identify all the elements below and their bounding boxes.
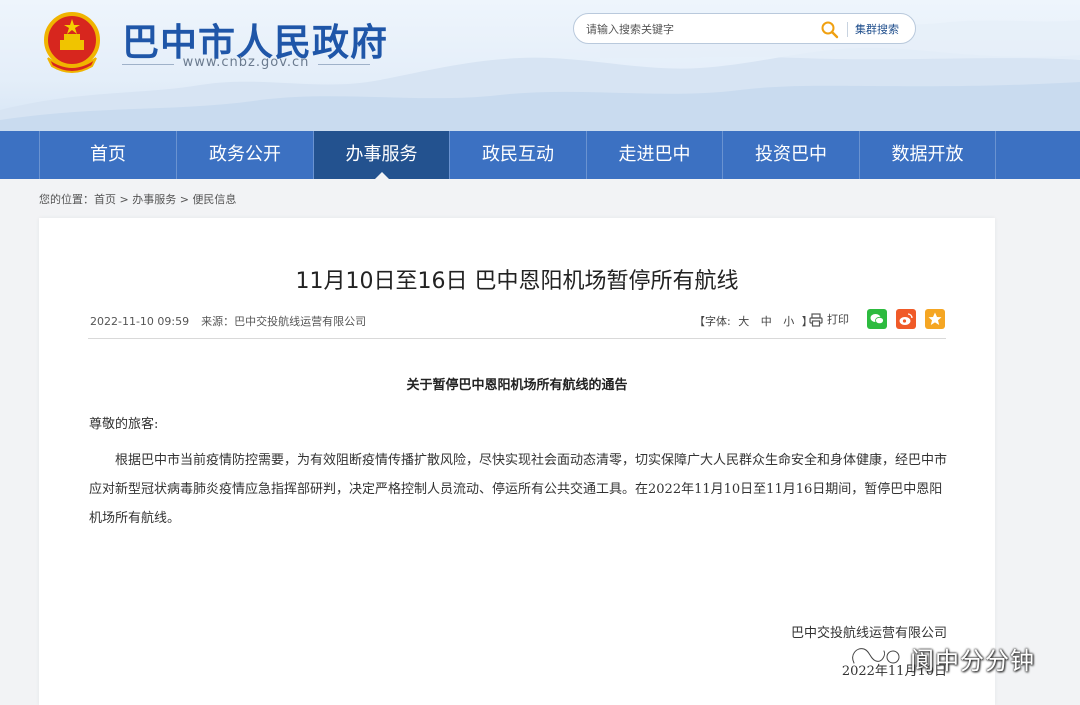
- share-weibo-button[interactable]: [896, 309, 916, 329]
- breadcrumb-current[interactable]: 便民信息: [192, 193, 236, 206]
- print-label: 打印: [827, 313, 849, 326]
- site-url-line-right: [318, 64, 370, 65]
- meta-divider: [88, 338, 946, 339]
- article-meta: 2022-11-10 09:59 来源：巴中交投航线运营有限公司: [90, 313, 366, 329]
- printer-icon: [809, 313, 823, 327]
- breadcrumb-services[interactable]: 办事服务: [132, 193, 176, 206]
- font-size-small-button[interactable]: 小: [783, 315, 794, 328]
- nav-item-label: 走进巴中: [618, 144, 691, 165]
- article-card: 11月10日至16日 巴中恩阳机场暂停所有航线 2022-11-10 09:59…: [39, 218, 995, 705]
- nav-item-label: 投资巴中: [755, 144, 827, 165]
- site-url-wrap: www.cnbz.gov.cn: [122, 55, 370, 73]
- notice-signature-company: 巴中交投航线运营有限公司: [790, 626, 947, 641]
- weibo-icon: [899, 313, 913, 325]
- nav-item-invest[interactable]: 投资巴中: [722, 131, 859, 179]
- notice-body: 根据巴中市当前疫情防控需要，为有效阻断疫情传播扩散风险，尽快实现社会面动态清零，…: [89, 453, 948, 526]
- wechat-icon: [870, 314, 884, 325]
- nav-item-home[interactable]: 首页: [39, 131, 176, 179]
- main-nav: 首页 政务公开 办事服务 政民互动 走进巴中 投资巴中 数据开放: [0, 131, 1080, 179]
- breadcrumb-separator: >: [176, 193, 193, 206]
- nav-item-about-bazhong[interactable]: 走进巴中: [586, 131, 722, 179]
- search-box: 集群搜索: [573, 13, 916, 44]
- search-icon[interactable]: [820, 20, 840, 40]
- nav-item-government-affairs[interactable]: 政务公开: [176, 131, 313, 179]
- notice-greeting: 尊敬的旅客:: [89, 417, 159, 432]
- star-icon: [928, 312, 942, 325]
- article-date: 2022-11-10 09:59: [90, 315, 190, 328]
- group-search-button[interactable]: 集群搜索: [855, 21, 899, 37]
- search-input[interactable]: [586, 19, 816, 39]
- breadcrumb: 您的位置：首页 > 办事服务 > 便民信息: [39, 191, 236, 207]
- nav-item-services[interactable]: 办事服务: [313, 131, 449, 179]
- breadcrumb-home[interactable]: 首页: [94, 193, 116, 206]
- nav-item-interaction[interactable]: 政民互动: [449, 131, 586, 179]
- breadcrumb-separator: >: [116, 193, 133, 206]
- article-source: 巴中交投航线运营有限公司: [234, 315, 367, 328]
- print-button[interactable]: 打印: [809, 311, 849, 327]
- share-wechat-button[interactable]: [867, 309, 887, 329]
- wechat-channel-icon: [851, 647, 901, 665]
- article-source-label: 来源：: [201, 315, 235, 328]
- font-size-large-button[interactable]: 大: [738, 315, 749, 328]
- nav-item-open-data[interactable]: 数据开放: [859, 131, 996, 179]
- nav-item-label: 政民互动: [482, 144, 554, 165]
- nav-active-caret: [374, 172, 389, 179]
- nav-item-label: 首页: [90, 144, 126, 165]
- search-divider: [847, 22, 848, 37]
- nav-item-label: 办事服务: [345, 144, 418, 165]
- share-favorite-button[interactable]: [925, 309, 945, 329]
- font-size-open: 【字体:: [694, 315, 731, 328]
- notice-title: 关于暂停巴中恩阳机场所有航线的通告: [406, 378, 628, 393]
- watermark-text: 阆中分分钟: [910, 647, 1035, 675]
- nav-item-label: 数据开放: [891, 144, 964, 165]
- nav-item-label: 政务公开: [209, 144, 281, 165]
- site-header: 巴中市人民政府 www.cnbz.gov.cn 集群搜索: [0, 0, 1080, 131]
- breadcrumb-prefix: 您的位置：: [39, 193, 94, 206]
- article-title: 11月10日至16日 巴中恩阳机场暂停所有航线: [295, 269, 739, 294]
- national-emblem-logo: [44, 12, 100, 73]
- font-size-medium-button[interactable]: 中: [761, 315, 772, 328]
- font-size-control: 【字体: 大 中 小 】: [694, 313, 813, 329]
- site-url: www.cnbz.gov.cn: [182, 55, 310, 70]
